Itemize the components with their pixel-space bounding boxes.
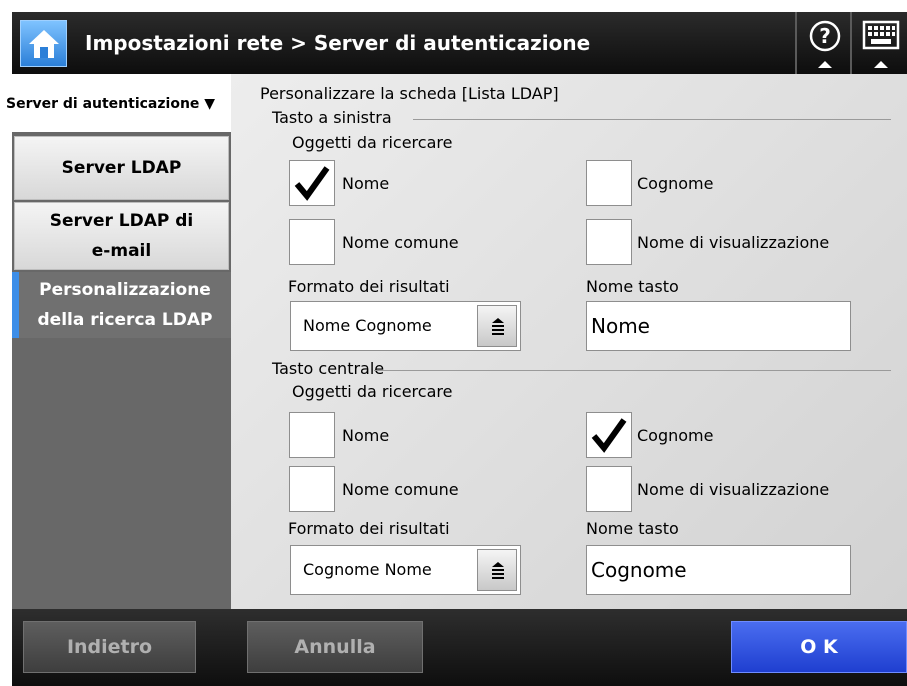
main-panel: Personalizzare la scheda [Lista LDAP] Ta… (231, 74, 907, 609)
sidebar-header[interactable]: Server di autenticazione ▼ (6, 74, 231, 132)
dropdown-icon (492, 318, 504, 335)
svg-text:?: ? (819, 24, 831, 48)
checkbox-nome-comune-center[interactable] (289, 466, 335, 512)
ok-button[interactable]: O K (731, 621, 907, 673)
checkbox-nome-center[interactable] (289, 412, 335, 458)
sidebar-item-server-ldap-email[interactable]: Server LDAP di e-mail (14, 202, 229, 270)
checkbox-label: Cognome (637, 174, 714, 193)
checkmark-icon (591, 418, 627, 453)
group-label-left-button: Tasto a sinistra (272, 108, 392, 127)
sidebar-item-label: Server LDAP (61, 158, 182, 178)
checkbox-nome-visualizzazione-center[interactable] (586, 466, 632, 512)
home-icon (29, 30, 59, 58)
checkbox-label: Nome comune (342, 480, 459, 499)
title-bar: Impostazioni rete > Server di autenticaz… (12, 12, 907, 74)
divider (795, 12, 797, 74)
page-title: Impostazioni rete > Server di autenticaz… (85, 31, 591, 55)
dropdown-button[interactable] (477, 549, 517, 591)
group-divider (374, 370, 891, 371)
checkbox-label: Cognome (637, 426, 714, 445)
help-icon: ? (809, 20, 841, 68)
footer-bar: Indietro Annulla O K (12, 609, 907, 686)
result-format-select-left[interactable]: Nome Cognome (290, 301, 521, 351)
sidebar-header-label: Server di autenticazione ▼ (6, 96, 216, 112)
section-heading: Personalizzare la scheda [Lista LDAP] (260, 84, 559, 103)
sidebar-item-server-ldap[interactable]: Server LDAP (14, 136, 229, 200)
dropdown-button[interactable] (477, 305, 517, 347)
sidebar-item-ldap-search[interactable]: Personalizzazione della ricerca LDAP (12, 272, 231, 338)
help-button[interactable]: ? (800, 12, 850, 74)
checkbox-nome-left[interactable] (289, 160, 335, 206)
checkbox-cognome-center[interactable] (586, 412, 632, 458)
result-format-select-center[interactable]: Cognome Nome (290, 545, 521, 595)
checkbox-label: Nome (342, 426, 390, 445)
sidebar-item-label: Personalizzazione della ricerca LDAP (37, 280, 213, 330)
select-value: Cognome Nome (303, 560, 432, 579)
keyboard-icon (862, 20, 900, 68)
checkbox-label: Nome (342, 174, 390, 193)
button-name-label: Nome tasto (586, 519, 679, 538)
result-format-label: Formato dei risultati (288, 277, 450, 296)
button-name-label: Nome tasto (586, 277, 679, 296)
divider (850, 12, 852, 74)
back-button[interactable]: Indietro (23, 621, 196, 673)
keyboard-button[interactable] (854, 12, 907, 74)
dropdown-icon (492, 562, 504, 579)
search-objects-label: Oggetti da ricercare (292, 382, 453, 401)
checkbox-cognome-left[interactable] (586, 160, 632, 206)
group-label-center-button: Tasto centrale (272, 359, 385, 378)
cancel-button[interactable]: Annulla (247, 621, 423, 673)
checkbox-nome-comune-left[interactable] (289, 219, 335, 265)
search-objects-label: Oggetti da ricercare (292, 133, 453, 152)
checkbox-label: Nome di visualizzazione (637, 233, 830, 252)
button-name-field-left[interactable]: Nome (586, 301, 851, 351)
sidebar: Server di autenticazione ▼ Server LDAP S… (6, 74, 231, 609)
button-name-field-center[interactable]: Cognome (586, 545, 851, 595)
sidebar-item-label: Server LDAP di e-mail (49, 211, 194, 261)
select-value: Nome Cognome (303, 316, 432, 335)
group-divider (413, 119, 891, 120)
home-button[interactable] (20, 20, 67, 67)
checkbox-nome-visualizzazione-left[interactable] (586, 219, 632, 265)
checkmark-icon (294, 166, 330, 201)
checkbox-label: Nome di visualizzazione (637, 480, 830, 499)
checkbox-label: Nome comune (342, 233, 459, 252)
result-format-label: Formato dei risultati (288, 519, 450, 538)
